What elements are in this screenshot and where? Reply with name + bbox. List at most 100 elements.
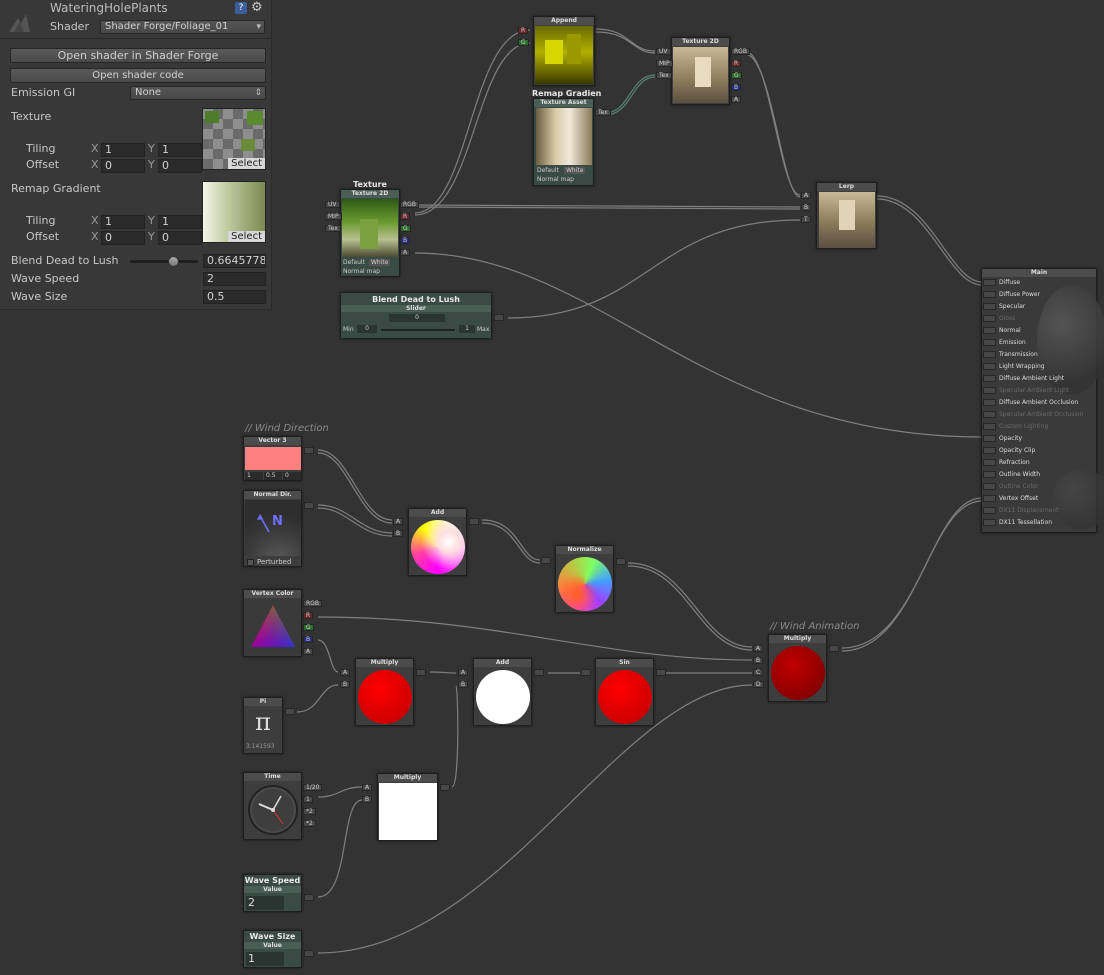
- texture2d-top-output-rgb[interactable]: RGB: [731, 48, 750, 55]
- texture2d-top-output-r[interactable]: R: [731, 60, 742, 67]
- vertex-color-output-a[interactable]: A: [303, 648, 314, 655]
- time-node[interactable]: Time: [243, 772, 302, 840]
- main-input-row[interactable]: Outline Color: [983, 482, 1038, 492]
- main-input-row[interactable]: Gloss: [983, 314, 1015, 324]
- vector3-y-field[interactable]: 0.5: [264, 472, 282, 480]
- main-input-plug[interactable]: [983, 363, 996, 370]
- blend-slider-node[interactable]: Blend Dead to Lush Slider 0 Min 0 1 Max: [340, 292, 492, 339]
- texture2d-main-node[interactable]: Texture 2D Default White Normal map: [340, 189, 400, 277]
- vector3-node[interactable]: Vector 3 1 0.5 0: [243, 436, 302, 481]
- main-input-row[interactable]: Specular: [983, 302, 1025, 312]
- wave-speed-output[interactable]: [304, 894, 314, 901]
- wave-size-output[interactable]: [304, 950, 314, 957]
- texture-asset-node[interactable]: Texture Asset Default White Normal map: [533, 98, 594, 186]
- texture2d-main-output-rgb[interactable]: RGB: [400, 201, 419, 208]
- slider-track[interactable]: [381, 329, 455, 331]
- normalize-output[interactable]: [616, 558, 626, 565]
- slider-value-field[interactable]: 0: [389, 314, 445, 322]
- blend-value-field[interactable]: 0.6645778: [203, 254, 266, 268]
- time-output-x2[interactable]: *2: [303, 808, 316, 815]
- wave-speed-node-field[interactable]: 2: [246, 896, 284, 910]
- texture-tiling-y-field[interactable]: 1: [158, 143, 202, 157]
- add-1-input-a[interactable]: A: [393, 518, 404, 525]
- open-shader-code-button[interactable]: Open shader code: [10, 68, 266, 83]
- main-input-row[interactable]: Outline Width: [983, 470, 1040, 480]
- blend-slider-thumb[interactable]: [167, 256, 179, 267]
- vector3-z-field[interactable]: 0: [283, 472, 301, 480]
- main-input-plug[interactable]: [983, 507, 996, 514]
- texture-select-button[interactable]: Select: [228, 158, 265, 169]
- remap-offset-x-field[interactable]: 0: [101, 231, 145, 245]
- time-output-1[interactable]: 1: [303, 796, 313, 803]
- main-input-plug[interactable]: [983, 459, 996, 466]
- texture2d-top-output-a[interactable]: A: [731, 96, 742, 103]
- blend-slider-track[interactable]: [130, 260, 198, 263]
- main-input-plug[interactable]: [983, 351, 996, 358]
- texture-tiling-x-field[interactable]: 1: [101, 143, 145, 157]
- main-input-plug[interactable]: [983, 339, 996, 346]
- time-output-x3[interactable]: *2: [303, 820, 316, 827]
- help-icon[interactable]: ?: [235, 2, 247, 14]
- texture-asset-output-tex[interactable]: Tex: [595, 109, 611, 116]
- normal-dir-output[interactable]: [304, 502, 314, 509]
- multiply-node-1[interactable]: Multiply: [355, 658, 414, 726]
- main-input-plug[interactable]: [983, 411, 996, 418]
- main-input-row[interactable]: Refraction: [983, 458, 1030, 468]
- texture2d-main-output-g[interactable]: G: [400, 225, 411, 232]
- perturbed-checkbox[interactable]: [247, 559, 254, 566]
- main-input-plug[interactable]: [983, 471, 996, 478]
- lerp-node[interactable]: Lerp: [816, 182, 877, 249]
- add-2-input-b[interactable]: B: [458, 681, 469, 688]
- vertex-color-output-r[interactable]: R: [303, 612, 314, 619]
- multiply-big-input-a[interactable]: A: [753, 645, 764, 652]
- texture2d-top-output-g[interactable]: G: [731, 72, 742, 79]
- vector3-x-field[interactable]: 1: [245, 472, 263, 480]
- texture-offset-x-field[interactable]: 0: [101, 159, 145, 173]
- main-input-row[interactable]: Opacity: [983, 434, 1022, 444]
- multiply-1-output[interactable]: [416, 669, 426, 676]
- wave-size-field[interactable]: 0.5: [203, 290, 266, 304]
- add-2-output[interactable]: [534, 669, 544, 676]
- multiply-2-output[interactable]: [440, 784, 450, 791]
- texture2d-main-output-b[interactable]: B: [400, 237, 411, 244]
- remap-tiling-x-field[interactable]: 1: [101, 215, 145, 229]
- main-input-plug[interactable]: [983, 519, 996, 526]
- main-input-row[interactable]: Diffuse Ambient Light: [983, 374, 1064, 384]
- main-input-row[interactable]: Specular Ambient Occlusion: [983, 410, 1083, 420]
- texture-asset-white-popup[interactable]: White: [564, 167, 586, 174]
- vector3-color-swatch[interactable]: [245, 447, 301, 470]
- texture2d-main-normal-map[interactable]: Normal map: [343, 268, 380, 275]
- remap-tiling-y-field[interactable]: 1: [158, 215, 202, 229]
- texture2d-main-input-mip[interactable]: MIP: [325, 213, 342, 220]
- multiply-2-input-a[interactable]: A: [362, 784, 373, 791]
- append-node[interactable]: Append: [533, 16, 595, 86]
- lerp-input-a[interactable]: A: [801, 192, 812, 199]
- texture2d-main-white-popup[interactable]: White: [369, 259, 391, 266]
- main-input-plug[interactable]: [983, 327, 996, 334]
- vertex-color-output-b[interactable]: B: [303, 636, 314, 643]
- main-input-plug[interactable]: [983, 303, 996, 310]
- add-2-input-a[interactable]: A: [458, 669, 469, 676]
- multiply-big-input-c[interactable]: C: [753, 669, 764, 676]
- main-input-row[interactable]: Transmission: [983, 350, 1038, 360]
- texture2d-top-input-uv[interactable]: UV: [656, 48, 671, 55]
- sin-output[interactable]: [656, 669, 666, 676]
- pi-node[interactable]: Pi π 3.141593: [243, 697, 283, 754]
- gear-icon[interactable]: ⚙: [251, 0, 263, 15]
- normalize-node[interactable]: Normalize: [555, 545, 614, 613]
- wave-size-node[interactable]: Wave Size Value 1: [243, 930, 302, 968]
- texture-thumbnail[interactable]: Select: [202, 108, 266, 170]
- main-input-plug[interactable]: [983, 279, 996, 286]
- sin-input[interactable]: [581, 669, 591, 676]
- main-input-row[interactable]: Specular Ambient Light: [983, 386, 1069, 396]
- multiply-node-2[interactable]: Multiply: [377, 773, 438, 841]
- main-input-plug[interactable]: [983, 399, 996, 406]
- main-input-plug[interactable]: [983, 495, 996, 502]
- main-input-plug[interactable]: [983, 387, 996, 394]
- append-input-g[interactable]: G: [518, 39, 529, 46]
- slider-min-field[interactable]: 0: [357, 325, 377, 333]
- lerp-input-b[interactable]: B: [801, 204, 812, 211]
- main-input-row[interactable]: Normal: [983, 326, 1021, 336]
- main-input-row[interactable]: Vertex Offset: [983, 494, 1038, 504]
- main-input-row[interactable]: Light Wrapping: [983, 362, 1045, 372]
